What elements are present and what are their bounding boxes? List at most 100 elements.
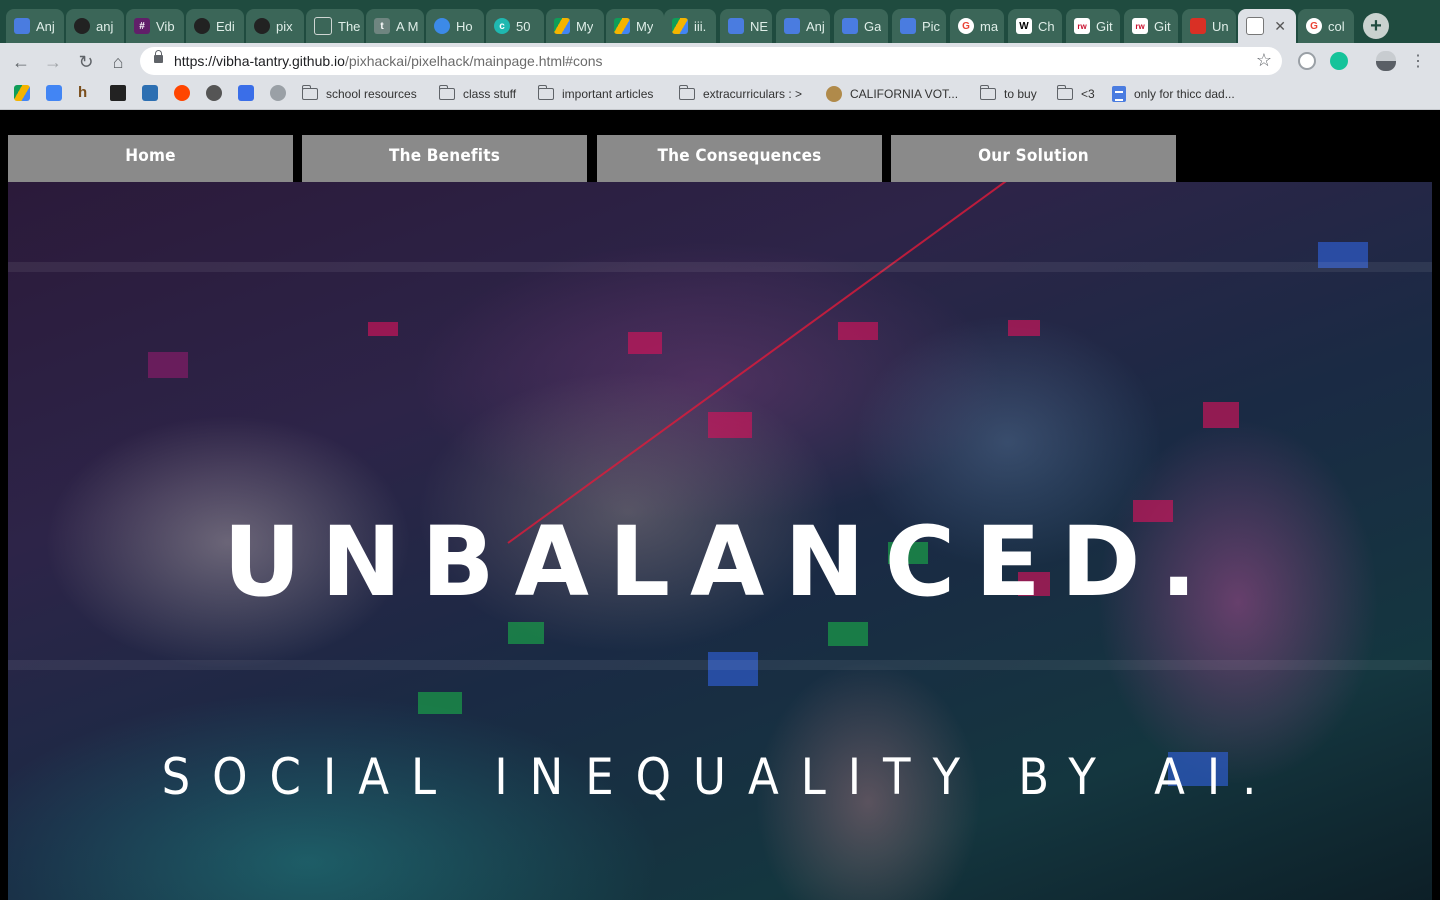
folder-icon xyxy=(537,85,554,100)
bookmark-folder[interactable]: school resources xyxy=(301,84,417,104)
decor-tile xyxy=(708,412,752,438)
decor-scanline xyxy=(8,262,1432,272)
bookmarks-bar: h school resources class stuff important… xyxy=(0,79,1440,110)
folder-icon xyxy=(301,85,318,100)
browser-tab[interactable]: W Ch xyxy=(1008,9,1062,43)
nav-solution[interactable]: Our Solution xyxy=(891,135,1176,182)
google-docs-icon xyxy=(1112,86,1126,102)
forward-arrow-icon[interactable]: → xyxy=(42,51,64,73)
tumblr-icon: t xyxy=(374,18,390,34)
hero-subtitle: SOCIAL INEQUALITY BY AI. xyxy=(161,748,1279,806)
grammarly-icon[interactable] xyxy=(1330,52,1348,70)
browser-tab[interactable]: Pic xyxy=(892,9,946,43)
bookmark-folder[interactable]: extracurriculars : > xyxy=(678,84,802,104)
decor-tile xyxy=(148,352,188,378)
decor-tile xyxy=(368,322,398,336)
hero-banner: UNBALANCED. SOCIAL INEQUALITY BY AI. xyxy=(8,182,1432,900)
bookmark-folder[interactable]: to buy xyxy=(979,84,1037,104)
california-seal-icon xyxy=(826,86,842,102)
google-drive-icon[interactable] xyxy=(14,85,30,101)
google-drive-icon xyxy=(554,18,570,34)
decor-tile xyxy=(838,322,878,340)
wave-site-icon[interactable] xyxy=(142,85,158,101)
google-docs-icon xyxy=(728,18,744,34)
home-icon[interactable]: ⌂ xyxy=(107,51,129,73)
folder-icon xyxy=(678,85,695,100)
browser-tab[interactable]: tA M xyxy=(366,9,424,43)
browser-tab[interactable]: Anj xyxy=(6,9,64,43)
google-icon: G xyxy=(958,18,974,34)
c-icon: c xyxy=(494,18,510,34)
google-docs-icon xyxy=(842,18,858,34)
decor-tile xyxy=(418,692,462,714)
nav-benefits[interactable]: The Benefits xyxy=(302,135,587,182)
close-tab-icon[interactable]: ✕ xyxy=(1274,18,1286,35)
browser-tab[interactable]: Un xyxy=(1182,9,1236,43)
browser-tab[interactable]: anj xyxy=(66,9,124,43)
rw-icon: rw xyxy=(1132,18,1148,34)
decor-tile xyxy=(1203,402,1239,428)
google-drive-icon xyxy=(672,18,688,34)
reload-icon[interactable]: ↻ xyxy=(75,51,97,73)
decor-scanline xyxy=(8,660,1432,670)
bookmark-folder[interactable]: important articles xyxy=(537,84,653,104)
browser-tab[interactable]: My xyxy=(606,9,664,43)
wikipedia-icon: W xyxy=(1016,18,1032,34)
browser-tab[interactable]: My xyxy=(546,9,604,43)
browser-tab[interactable]: pix xyxy=(246,9,304,43)
github-icon xyxy=(254,18,270,34)
page-icon xyxy=(1246,17,1264,35)
apple-icon[interactable] xyxy=(270,85,286,101)
browser-tab-active[interactable]: ✕ xyxy=(1238,9,1296,43)
browser-tab[interactable]: iii. xyxy=(664,9,716,43)
shield-site-icon[interactable] xyxy=(110,85,126,101)
bookmark-folder[interactable]: class stuff xyxy=(438,84,516,104)
hero-title: UNBALANCED. xyxy=(223,506,1217,618)
google-docs-icon xyxy=(784,18,800,34)
browser-tab[interactable]: Gcol xyxy=(1298,9,1354,43)
app-site-icon[interactable] xyxy=(238,85,254,101)
google-docs-icon xyxy=(14,18,30,34)
browser-tab[interactable]: # Vib xyxy=(126,9,184,43)
menu-kebab-icon[interactable]: ⋮ xyxy=(1407,51,1429,73)
browser-tab[interactable]: Edi xyxy=(186,9,244,43)
browser-tab[interactable]: The xyxy=(306,9,364,43)
bookmark-star-icon[interactable]: ☆ xyxy=(1256,50,1272,71)
decor-tile xyxy=(828,622,868,646)
red-app-icon xyxy=(1190,18,1206,34)
bookmark-site[interactable]: CALIFORNIA VOT... xyxy=(826,84,958,104)
bookmark-doc[interactable]: only for thicc dad... xyxy=(1112,84,1235,104)
profile-avatar[interactable] xyxy=(1376,51,1396,71)
h-site-icon[interactable]: h xyxy=(78,85,94,101)
browser-tab[interactable]: c 50 xyxy=(486,9,544,43)
nav-consequences[interactable]: The Consequences xyxy=(597,135,882,182)
browser-tab[interactable]: rw Git xyxy=(1066,9,1120,43)
browser-tab[interactable]: Anj xyxy=(776,9,830,43)
new-tab-button[interactable]: + xyxy=(1363,13,1389,39)
folder-icon xyxy=(1056,85,1073,100)
browser-tab[interactable]: Ga xyxy=(834,9,888,43)
browser-tab[interactable]: Gma xyxy=(950,9,1004,43)
reddit-icon[interactable] xyxy=(174,85,190,101)
browser-tab[interactable]: Ho xyxy=(426,9,484,43)
swirl-site-icon[interactable] xyxy=(206,85,222,101)
browser-tab[interactable]: NE xyxy=(720,9,772,43)
github-icon xyxy=(74,18,90,34)
bookmark-folder[interactable]: <3 xyxy=(1056,84,1095,104)
nav-home[interactable]: Home xyxy=(8,135,293,182)
folder-icon xyxy=(438,85,455,100)
address-bar[interactable]: https://vibha-tantry.github.io/pixhackai… xyxy=(140,47,1282,75)
decor-tile xyxy=(508,622,544,644)
google-calendar-icon[interactable] xyxy=(46,85,62,101)
timer-extension-icon[interactable] xyxy=(1298,52,1316,70)
github-icon xyxy=(194,18,210,34)
browser-tab[interactable]: rw Git xyxy=(1124,9,1178,43)
decor-red-line xyxy=(507,182,1075,544)
decor-tile xyxy=(628,332,662,354)
back-arrow-icon[interactable]: ← xyxy=(10,51,32,73)
lock-icon xyxy=(154,50,163,63)
slack-icon: # xyxy=(134,18,150,34)
page-icon xyxy=(314,17,332,35)
web-page: Home The Benefits The Consequences Our S… xyxy=(0,110,1440,900)
folder-icon xyxy=(979,85,996,100)
